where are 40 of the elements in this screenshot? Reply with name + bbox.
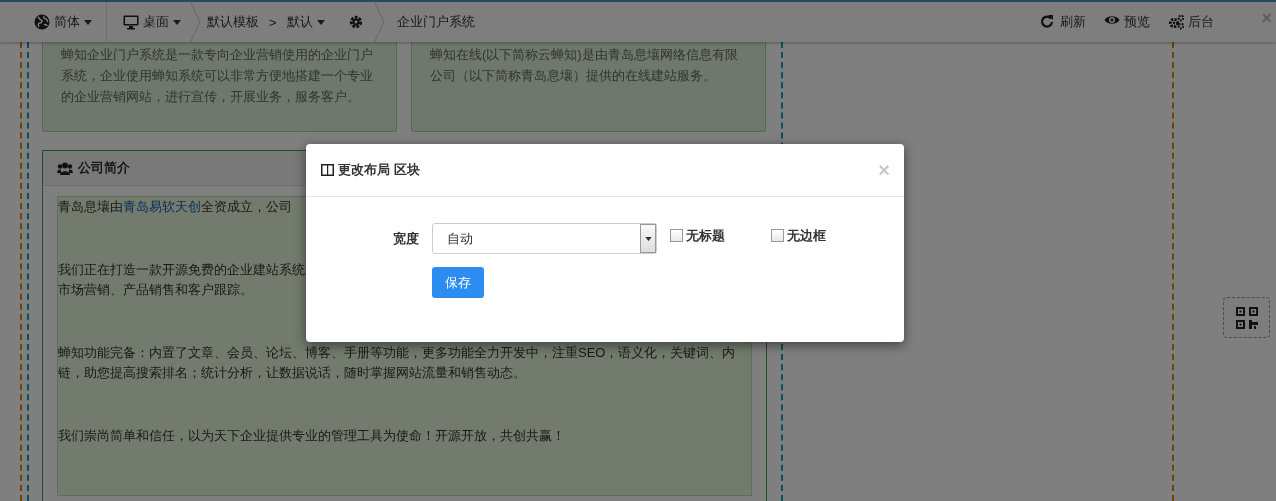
paragraph: 市场营销、产品销售和客户跟踪。: [58, 281, 253, 299]
field-label: 宽度: [393, 229, 419, 248]
company-link[interactable]: 青岛易软天创: [123, 199, 201, 214]
checkbox-option[interactable]: 无标题: [670, 226, 758, 245]
dialog-title: 更改布局 区块: [338, 161, 420, 179]
qr-code-button[interactable]: [1223, 297, 1270, 338]
globe-icon: [34, 14, 50, 30]
dropdown-arrow-button[interactable]: [640, 224, 656, 253]
settings-button[interactable]: [348, 15, 363, 29]
paragraph: 蝉知功能完备：内置了文章、会员、论坛、博客、手册等功能，更多功能全力开发中，注重SEO，语义化，关键词、内链，助您提高搜索排名；统计分析，让数据说话，随时掌握网站流量和销售动态。: [58, 344, 737, 382]
width-select[interactable]: 自动: [432, 223, 657, 254]
caret-icon: [173, 19, 181, 25]
checkbox[interactable]: [771, 229, 784, 242]
admin-button[interactable]: 后台: [1168, 13, 1214, 31]
qr-code-icon: [1235, 306, 1258, 329]
checkbox-option[interactable]: 无边框: [771, 226, 859, 245]
card-text: 蝉知在线(以下简称云蝉知)是由青岛息壤网络信息有限公司（以下简称青岛息壤）提供的在线建站服务。: [430, 46, 739, 85]
desktop-icon: [123, 14, 139, 30]
language-menu[interactable]: 简体: [34, 13, 92, 31]
users-icon: [57, 161, 73, 175]
paragraph: 青岛息壤由青岛易软天创全资成立，公司: [58, 198, 292, 216]
site-name: 企业门户系统: [396, 13, 475, 31]
chevron-divider: [189, 1, 201, 43]
theme-variant-menu[interactable]: 默认: [286, 13, 325, 31]
chevron-divider: [372, 1, 385, 43]
breadcrumb-separator: >: [269, 14, 277, 30]
refresh-icon: [1040, 14, 1056, 30]
columns-icon: [321, 164, 334, 176]
save-button[interactable]: 保存: [432, 267, 484, 298]
paragraph: 我们崇尚简单和信任，以为天下企业提供专业的管理工具为使命！开源开放，共创共赢！: [58, 427, 565, 445]
caret-icon: [316, 19, 325, 25]
theme-link[interactable]: 默认模板: [207, 13, 259, 31]
settings-icon: [348, 15, 363, 29]
preview-button[interactable]: 预览: [1104, 13, 1150, 31]
caret-icon: [84, 19, 92, 25]
checkbox[interactable]: [670, 229, 683, 242]
refresh-button[interactable]: 刷新: [1040, 13, 1086, 31]
caret-icon: [644, 236, 652, 241]
panel-title: 公司简介: [78, 159, 130, 177]
gears-icon: [1168, 14, 1184, 30]
